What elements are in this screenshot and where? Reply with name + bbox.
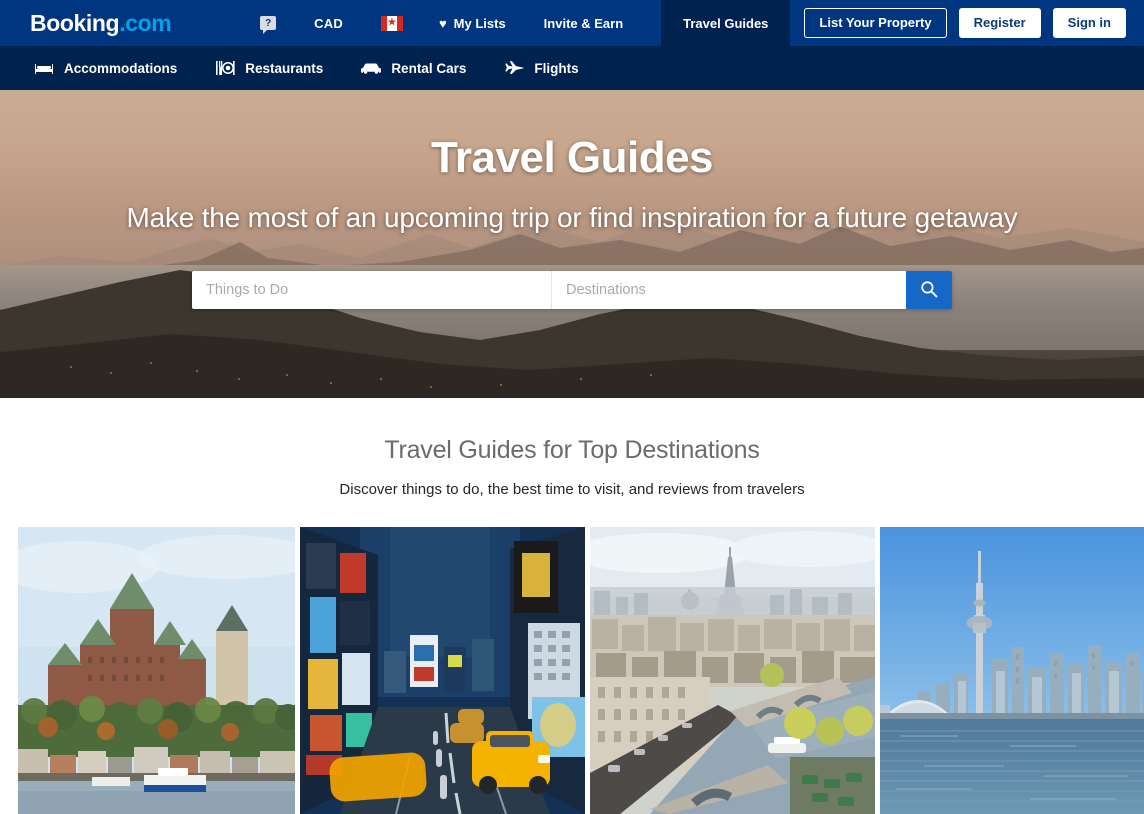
- quebec-city-image: [18, 527, 295, 814]
- register-button[interactable]: Register: [958, 7, 1041, 39]
- nav-label-accommodations: Accommodations: [64, 60, 178, 76]
- bed-icon: [34, 60, 54, 76]
- nav-label-flights: Flights: [534, 60, 579, 76]
- nav-item-restaurants[interactable]: Restaurants: [215, 60, 323, 76]
- nav-label-restaurants: Restaurants: [245, 60, 324, 76]
- destinations-input[interactable]: Destinations: [552, 271, 906, 309]
- nav-item-rental-cars[interactable]: Rental Cars: [361, 60, 466, 76]
- logo-suffix-text: .com: [119, 9, 172, 36]
- car-icon: [361, 60, 382, 76]
- toronto-image: [880, 527, 1144, 814]
- section-subtitle: Discover things to do, the best time to …: [339, 481, 805, 498]
- search-icon: [920, 280, 938, 301]
- destination-card-paris[interactable]: [590, 527, 875, 814]
- destination-card-grid: [0, 527, 1144, 814]
- new-york-city-image: [300, 527, 585, 814]
- top-header: Booking.com ? CAD ★ ♥ My Lists Invite & …: [0, 0, 1144, 46]
- airplane-icon: [504, 60, 524, 76]
- nav-item-flights[interactable]: Flights: [504, 60, 579, 76]
- hero-content: Travel Guides Make the most of an upcomi…: [0, 90, 1144, 398]
- paris-image: [590, 527, 875, 814]
- secondary-nav: Accommodations Restaurants Rental Cars F…: [0, 46, 1144, 90]
- question-speech-bubble-icon[interactable]: ?: [260, 16, 277, 34]
- search-button[interactable]: [906, 271, 952, 309]
- hero-banner: Travel Guides Make the most of an upcomi…: [0, 90, 1144, 398]
- nav-item-accommodations[interactable]: Accommodations: [34, 60, 177, 76]
- hero-subtitle: Make the most of an upcoming trip or fin…: [126, 202, 1018, 233]
- currency-selector[interactable]: CAD: [314, 16, 343, 31]
- travel-guides-tab[interactable]: Travel Guides: [661, 0, 791, 46]
- logo-main-text: Booking: [30, 9, 120, 36]
- section-title: Travel Guides for Top Destinations: [384, 436, 760, 464]
- booking-logo[interactable]: Booking.com: [30, 9, 172, 36]
- cutlery-plate-icon: [215, 60, 235, 76]
- nav-label-rental-cars: Rental Cars: [391, 60, 467, 76]
- destination-card-toronto[interactable]: [880, 527, 1144, 814]
- list-your-property-button[interactable]: List Your Property: [804, 7, 947, 39]
- invite-and-earn-link[interactable]: Invite & Earn: [544, 0, 623, 46]
- heart-icon: ♥: [438, 15, 447, 31]
- travel-guides-search-bar: Things to Do Destinations: [192, 271, 952, 309]
- hero-title: Travel Guides: [430, 133, 714, 182]
- my-lists-link[interactable]: ♥ My Lists: [439, 16, 506, 31]
- sign-in-button[interactable]: Sign in: [1052, 7, 1126, 39]
- top-destinations-section-header: Travel Guides for Top Destinations Disco…: [0, 398, 1144, 498]
- my-lists-label: My Lists: [453, 15, 506, 31]
- flag-maple-leaf: ★: [387, 16, 397, 29]
- top-header-right-group: ? CAD ★ ♥ My Lists Invite & Earn Travel …: [260, 0, 1144, 46]
- destination-card-new-york-city[interactable]: [300, 527, 585, 814]
- canada-flag-icon[interactable]: ★: [380, 15, 403, 31]
- destination-card-quebec-city[interactable]: [18, 527, 295, 814]
- things-to-do-input[interactable]: Things to Do: [192, 271, 552, 309]
